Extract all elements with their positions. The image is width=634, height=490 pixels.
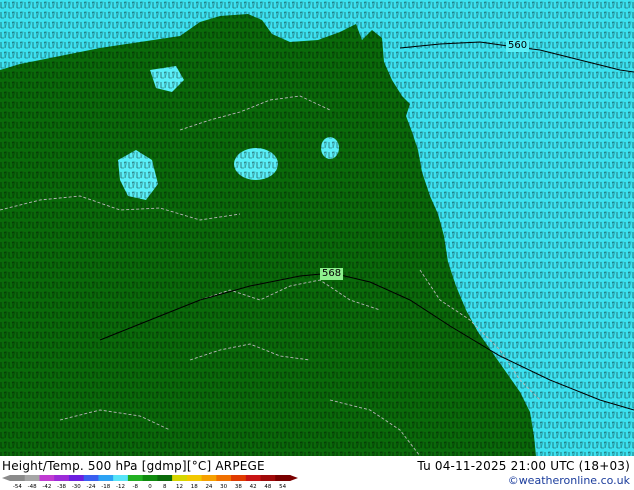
scale-swatch bbox=[68, 475, 85, 481]
scale-swatch bbox=[157, 475, 173, 481]
contour-label-560: 560 bbox=[506, 40, 530, 52]
scale-swatch bbox=[275, 475, 291, 481]
scale-tick-label: -8 bbox=[133, 484, 139, 489]
scale-swatch bbox=[245, 475, 262, 481]
scale-tick-label: 48 bbox=[264, 484, 271, 489]
scale-tick-label: 24 bbox=[205, 484, 212, 489]
scale-tick-label: -24 bbox=[87, 484, 96, 489]
scale-tick-label: 12 bbox=[176, 484, 183, 489]
scale-tick-label: -18 bbox=[101, 484, 110, 489]
scale-tick-label: 42 bbox=[250, 484, 257, 489]
scale-tick-label: -54 bbox=[13, 484, 22, 489]
scale-swatch bbox=[142, 475, 158, 481]
scale-tick-label: -30 bbox=[72, 484, 81, 489]
map-datetime: Tu 04-11-2025 21:00 UTC (18+03) bbox=[417, 459, 630, 473]
scale-swatch bbox=[113, 475, 129, 481]
scale-tick-label: 54 bbox=[279, 484, 286, 489]
contour-label-568: 568 bbox=[320, 268, 344, 280]
scale-swatch bbox=[186, 475, 203, 481]
map-footer: Height/Temp. 500 hPa [gdmp][°C] ARPEGE T… bbox=[0, 456, 634, 490]
scale-swatch bbox=[54, 475, 70, 481]
scale-swatch bbox=[216, 475, 232, 481]
scale-arrow-right bbox=[290, 475, 298, 481]
scale-swatch bbox=[98, 475, 114, 481]
scale-tick-label: 30 bbox=[220, 484, 227, 489]
scale-swatch bbox=[10, 475, 26, 481]
scale-swatch bbox=[127, 475, 144, 481]
scale-tick-label: -12 bbox=[116, 484, 125, 489]
scale-swatch bbox=[24, 475, 40, 481]
scale-tick-label: -42 bbox=[42, 484, 51, 489]
credit-link[interactable]: ©weatheronline.co.uk bbox=[508, 474, 630, 487]
scale-arrow-left bbox=[2, 475, 10, 481]
color-scale: -54 -48 -42 -38 -30 -24 -18 -12 -8 0 8 12 18 24 30 38 42… bbox=[2, 475, 298, 489]
scale-swatch bbox=[201, 475, 217, 481]
map-title: Height/Temp. 500 hPa [gdmp][°C] ARPEGE bbox=[2, 459, 265, 473]
scale-tick-label: 8 bbox=[163, 484, 167, 489]
scale-swatch bbox=[83, 475, 99, 481]
scale-tick-label: 18 bbox=[191, 484, 198, 489]
scale-tick-label: 38 bbox=[235, 484, 242, 489]
weather-map: 560 568 bbox=[0, 0, 634, 456]
scale-swatch bbox=[260, 475, 276, 481]
scale-tick-label: -48 bbox=[28, 484, 37, 489]
scale-swatch bbox=[172, 475, 188, 481]
scale-tick-label: 0 bbox=[148, 484, 152, 489]
scale-swatch bbox=[231, 475, 247, 481]
scale-tick-label: -38 bbox=[57, 484, 66, 489]
scale-swatch bbox=[39, 475, 55, 481]
